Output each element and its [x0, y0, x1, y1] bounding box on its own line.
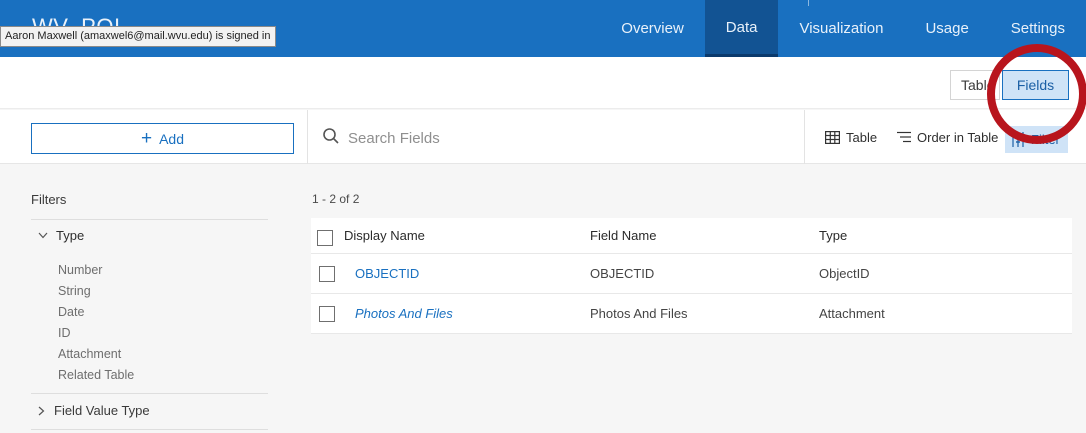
table-view-button[interactable]: Table: [950, 70, 1000, 100]
search-fields-input[interactable]: [348, 124, 788, 152]
fields-table: Display Name Field Name Type OBJECTID OB…: [311, 218, 1072, 334]
type-filter-id[interactable]: ID: [58, 323, 134, 344]
signed-in-tooltip: Aaron Maxwell (amaxwel6@mail.wvu.edu) is…: [0, 26, 276, 47]
type-filter-date[interactable]: Date: [58, 302, 134, 323]
search-icon: [323, 128, 339, 144]
column-header-field-name[interactable]: Field Name: [590, 218, 656, 253]
table-icon: [825, 130, 840, 144]
chevron-right-icon: [38, 406, 45, 415]
table-row: OBJECTID OBJECTID ObjectID: [311, 254, 1072, 294]
filter-tool-label: Filter: [1031, 132, 1060, 147]
app-header: WV_POI Aaron Maxwell (amaxwel6@mail.wvu.…: [0, 0, 1086, 57]
toolbar-divider-right: [804, 110, 805, 164]
table-header-row: Display Name Field Name Type: [311, 218, 1072, 254]
field-type-cell: Attachment: [819, 306, 885, 321]
field-display-name-link[interactable]: Photos And Files: [355, 294, 453, 333]
table-tool-label: Table: [846, 129, 878, 145]
tab-settings[interactable]: Settings: [990, 0, 1086, 57]
chevron-down-icon: [38, 232, 48, 239]
tab-visualization[interactable]: Visualization: [778, 0, 904, 57]
order-in-table-tool[interactable]: Order in Table: [897, 125, 998, 149]
add-label: Add: [159, 130, 185, 147]
add-field-button[interactable]: + Add: [31, 123, 294, 154]
field-value-type-label: Field Value Type: [54, 403, 150, 418]
fields-view-button[interactable]: Fields: [1002, 70, 1069, 100]
fields-toolbar: + Add Table Order in Table: [0, 110, 1086, 164]
filters-divider: [31, 429, 268, 430]
order-tool-label: Order in Table: [917, 129, 999, 145]
order-list-icon: [897, 131, 911, 143]
field-name-cell: Photos And Files: [590, 306, 688, 321]
table-row: Photos And Files Photos And Files Attach…: [311, 294, 1072, 334]
field-display-name-link[interactable]: OBJECTID: [355, 254, 419, 293]
tab-usage[interactable]: Usage: [904, 0, 989, 57]
result-count: 1 - 2 of 2: [312, 192, 360, 206]
toolbar-divider: [307, 110, 308, 164]
filters-divider: [31, 219, 268, 220]
row-checkbox[interactable]: [319, 306, 335, 322]
type-filter-number[interactable]: Number: [58, 260, 134, 281]
field-name-cell: OBJECTID: [590, 266, 655, 281]
table-view-tool[interactable]: Table: [825, 125, 877, 149]
type-section-toggle[interactable]: Type: [38, 228, 84, 243]
column-header-type[interactable]: Type: [819, 218, 847, 253]
type-filter-related-table[interactable]: Related Table: [58, 365, 134, 386]
view-toggle-bar: Table Fields: [0, 57, 1086, 109]
column-header-display-name[interactable]: Display Name: [344, 218, 425, 253]
filter-sliders-icon: [1011, 132, 1025, 147]
type-section-label: Type: [56, 228, 85, 243]
tab-data[interactable]: Data: [704, 0, 779, 57]
plus-icon: +: [140, 128, 153, 149]
filter-tool[interactable]: Filter: [1005, 126, 1068, 153]
row-checkbox[interactable]: [319, 266, 335, 282]
tab-overview[interactable]: Overview: [600, 0, 705, 57]
type-filter-attachment[interactable]: Attachment: [58, 344, 134, 365]
filters-divider: [31, 393, 268, 394]
select-all-checkbox[interactable]: [317, 230, 333, 246]
field-type-cell: ObjectID: [819, 266, 870, 281]
type-filter-string[interactable]: String: [58, 281, 134, 302]
type-filter-list: Number String Date ID Attachment Related…: [58, 260, 134, 386]
top-nav: Overview Data Visualization Usage Settin…: [600, 0, 1086, 57]
filters-title: Filters: [31, 192, 67, 207]
field-value-type-toggle[interactable]: Field Value Type: [38, 403, 150, 418]
